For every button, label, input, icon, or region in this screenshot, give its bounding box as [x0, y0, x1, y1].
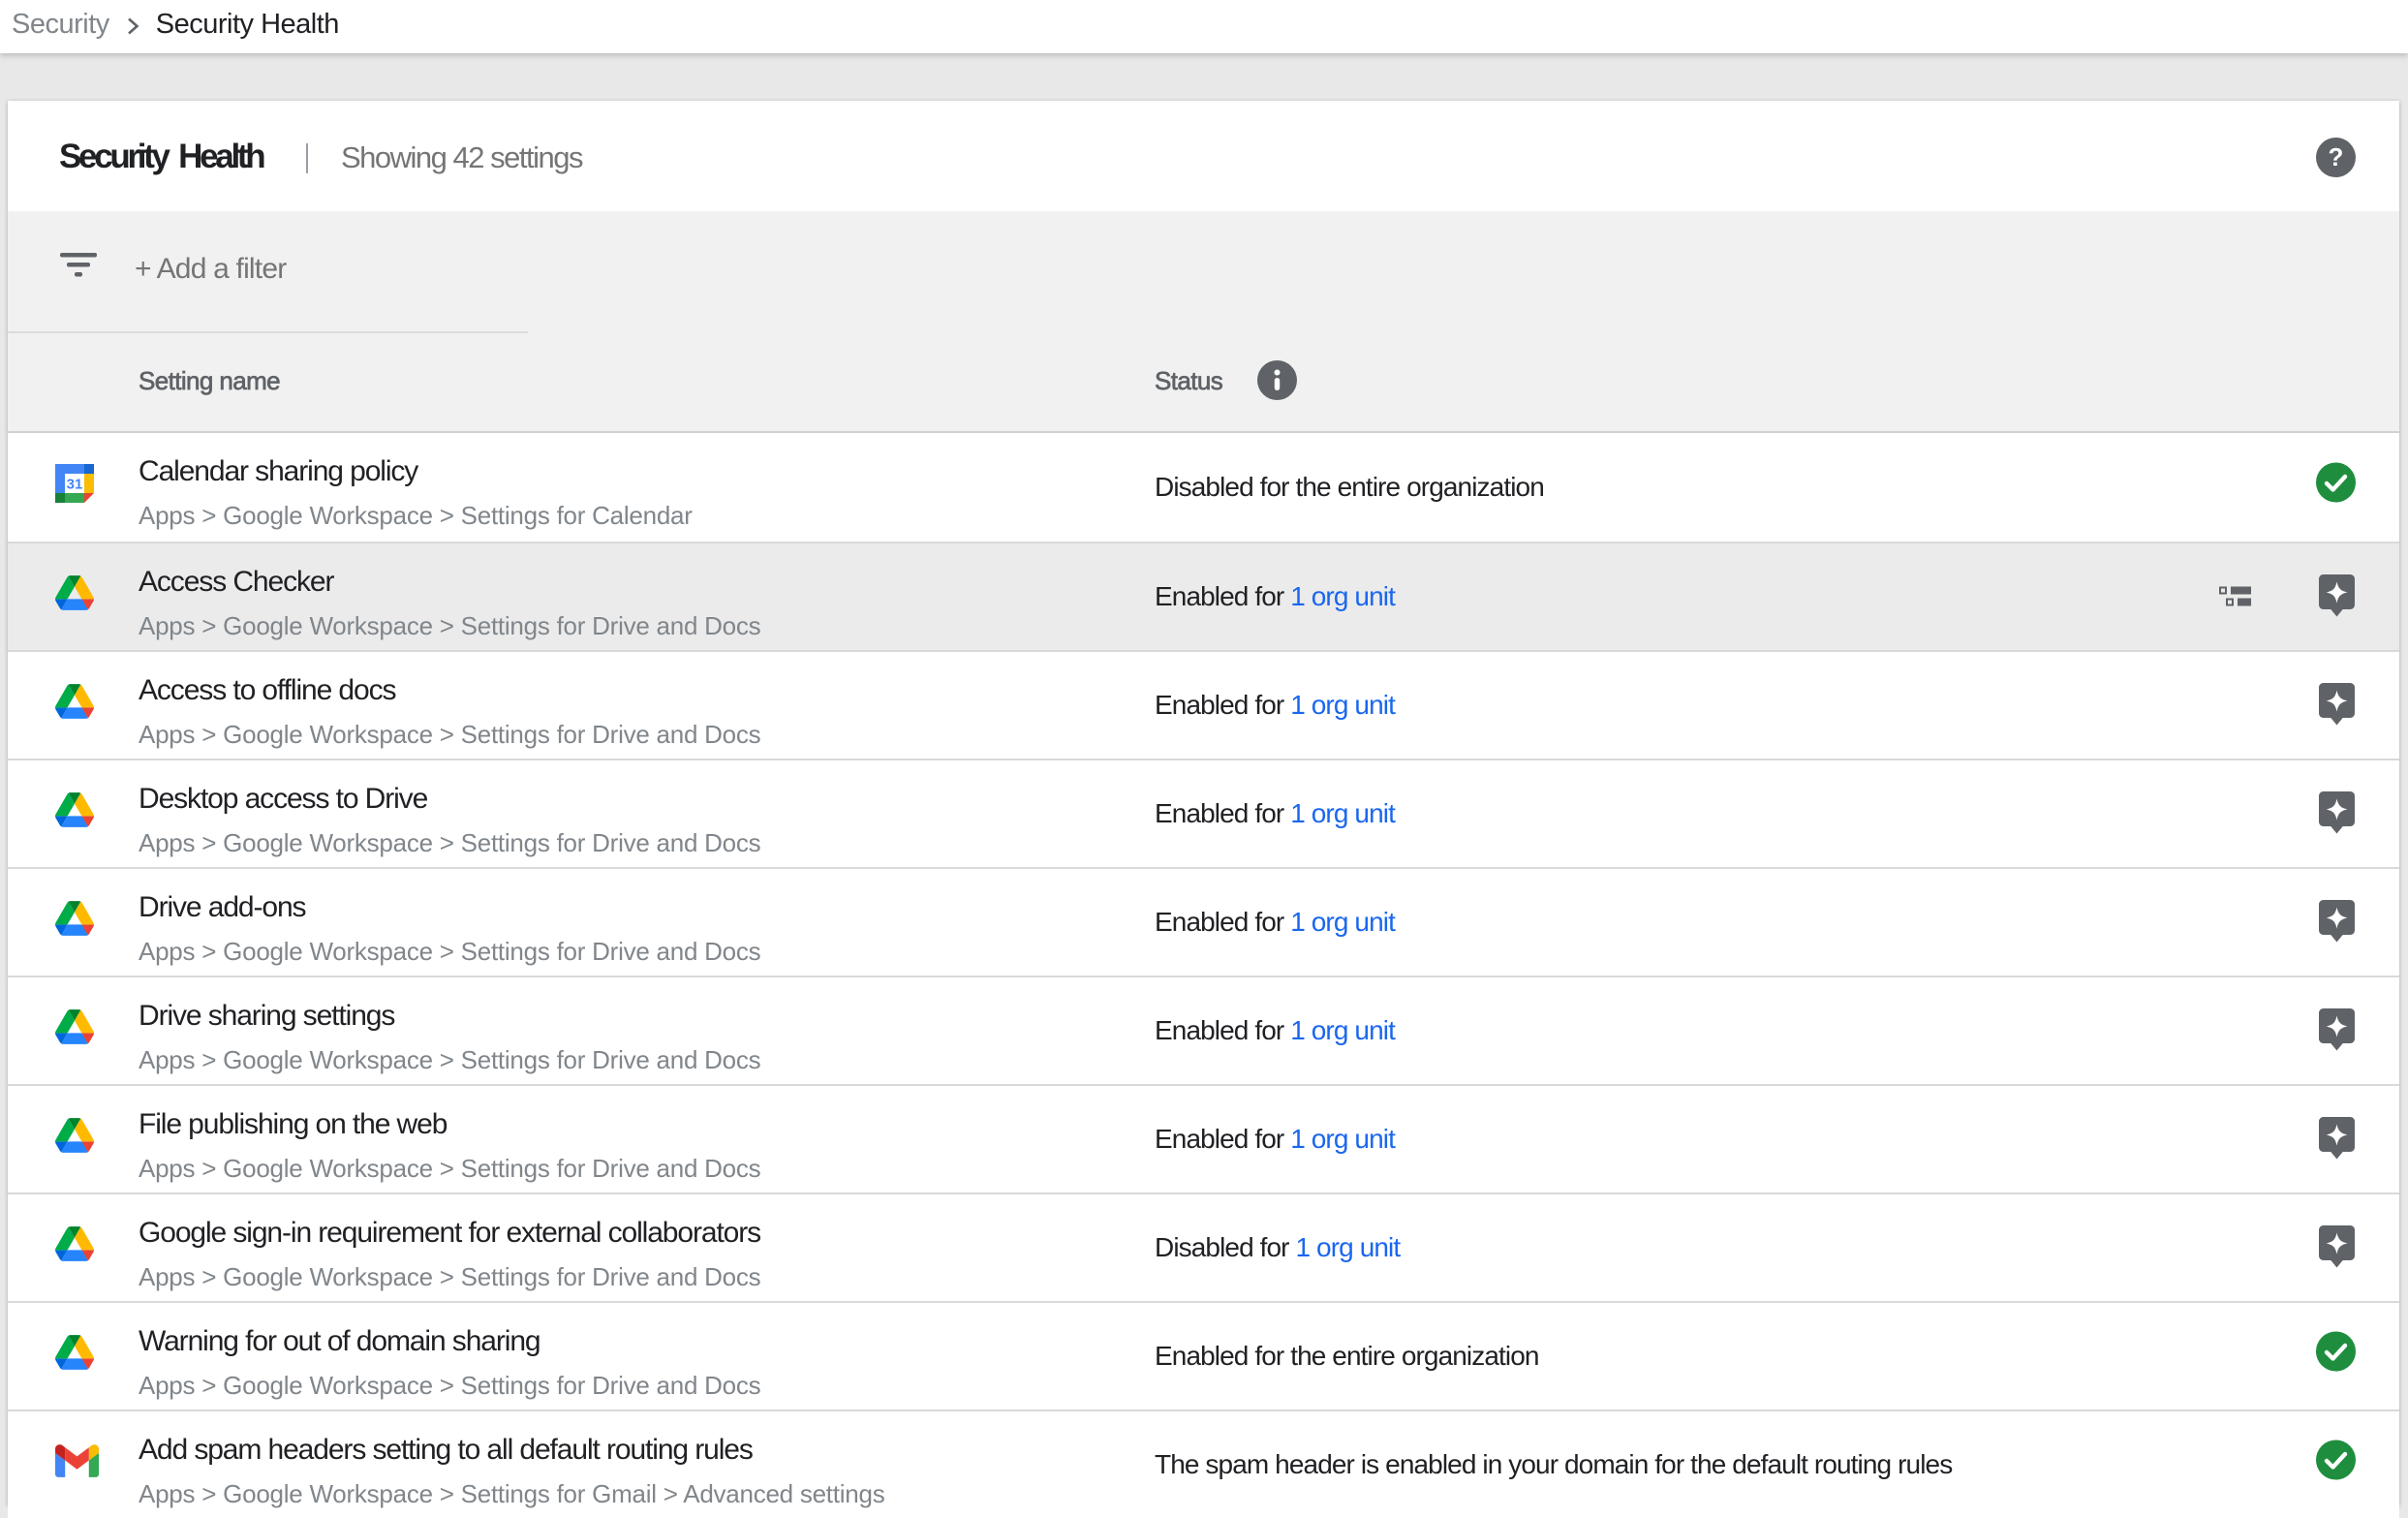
svg-text:?: ? — [2329, 142, 2344, 171]
svg-text:31: 31 — [67, 477, 83, 493]
